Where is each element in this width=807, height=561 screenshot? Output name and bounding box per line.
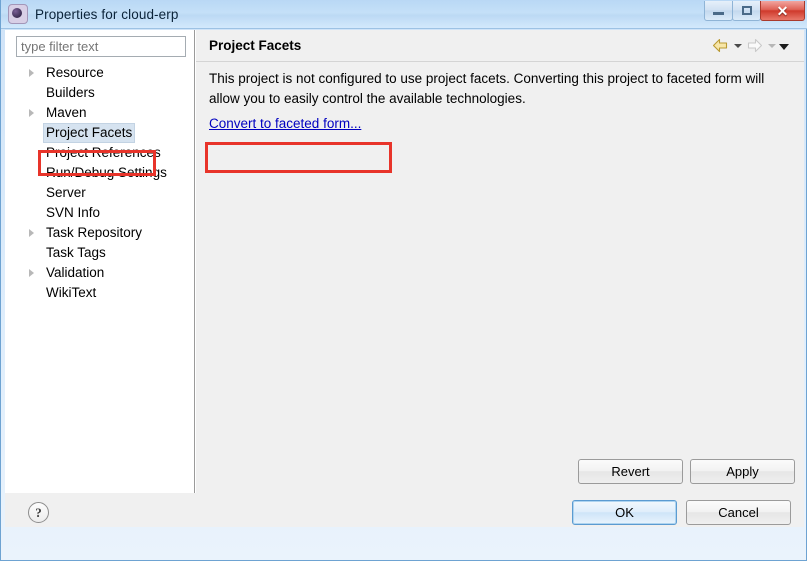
sidebar-item-maven[interactable]: Maven xyxy=(5,103,194,123)
sidebar-item-label: Builders xyxy=(46,85,95,100)
ok-button[interactable]: OK xyxy=(572,500,677,525)
expand-triangle-icon[interactable] xyxy=(29,269,34,277)
sidebar-item-label: SVN Info xyxy=(46,205,101,220)
filter-input[interactable] xyxy=(16,36,186,57)
sidebar-item-server[interactable]: Server xyxy=(5,183,194,203)
sidebar-item-label: Resource xyxy=(46,65,104,80)
sidebar-item-label: Project Facets xyxy=(43,123,136,143)
dialog-action-buttons: OK Cancel xyxy=(572,500,791,525)
window-titlebar[interactable]: Properties for cloud-erp ✕ xyxy=(1,0,807,29)
sidebar-item-label: Project References xyxy=(46,145,161,160)
sidebar-item-validation[interactable]: Validation xyxy=(5,263,194,283)
sidebar-item-run-debug-settings[interactable]: Run/Debug Settings xyxy=(5,163,194,183)
properties-dialog-window: Properties for cloud-erp ✕ Resource Build… xyxy=(0,0,807,561)
sidebar-item-label: Run/Debug Settings xyxy=(46,165,167,180)
sidebar-item-label: WikiText xyxy=(46,285,97,300)
settings-tree[interactable]: Resource Builders Maven Project Facets Proje… xyxy=(5,63,194,303)
view-menu-chevron-down-icon[interactable] xyxy=(778,37,791,54)
sidebar-item-wikitext[interactable]: WikiText xyxy=(5,283,194,303)
back-history-chevron-down-icon[interactable] xyxy=(731,37,744,54)
sidebar-item-project-facets[interactable]: Project Facets xyxy=(5,123,194,143)
forward-history-chevron-down-icon xyxy=(765,37,778,54)
back-arrow-icon[interactable] xyxy=(711,37,730,54)
convert-to-faceted-form-link[interactable]: Convert to faceted form... xyxy=(209,116,361,131)
sidebar-item-label: Task Repository xyxy=(46,225,143,240)
dialog-footer: ? OK Cancel xyxy=(5,494,804,527)
sidebar-item-label: Validation xyxy=(46,265,105,280)
revert-button[interactable]: Revert xyxy=(578,459,683,484)
sidebar-item-label: Server xyxy=(46,185,86,200)
minimize-button[interactable] xyxy=(704,1,733,21)
minimize-icon xyxy=(713,11,724,15)
maximize-button[interactable] xyxy=(732,1,761,21)
close-button[interactable]: ✕ xyxy=(760,1,805,21)
maximize-icon xyxy=(741,6,752,15)
forward-arrow-icon xyxy=(745,37,764,54)
dialog-body: Resource Builders Maven Project Facets Proje… xyxy=(5,30,804,527)
page-description: This project is not configured to use pr… xyxy=(209,71,765,106)
page-action-buttons: Revert Apply xyxy=(578,459,795,484)
settings-tree-panel: Resource Builders Maven Project Facets Proje… xyxy=(5,30,195,493)
page-header: Project Facets xyxy=(196,30,804,62)
sidebar-item-label: Maven xyxy=(46,105,87,120)
sidebar-item-resource[interactable]: Resource xyxy=(5,63,194,83)
page-navigation-toolbar xyxy=(710,37,791,54)
cancel-button[interactable]: Cancel xyxy=(686,500,791,525)
expand-triangle-icon[interactable] xyxy=(29,69,34,77)
project-facets-page: Project Facets This project is not confi… xyxy=(196,30,804,493)
sidebar-item-task-tags[interactable]: Task Tags xyxy=(5,243,194,263)
sidebar-item-task-repository[interactable]: Task Repository xyxy=(5,223,194,243)
help-icon[interactable]: ? xyxy=(28,502,49,523)
sidebar-item-label: Task Tags xyxy=(46,245,106,260)
sidebar-item-project-references[interactable]: Project References xyxy=(5,143,194,163)
page-title: Project Facets xyxy=(209,38,302,53)
close-icon: ✕ xyxy=(776,2,789,19)
expand-triangle-icon[interactable] xyxy=(29,229,34,237)
sidebar-item-builders[interactable]: Builders xyxy=(5,83,194,103)
dialog-content: Resource Builders Maven Project Facets Proje… xyxy=(5,30,804,493)
window-controls: ✕ xyxy=(704,1,805,21)
expand-triangle-icon[interactable] xyxy=(29,109,34,117)
eclipse-properties-icon xyxy=(8,4,28,24)
window-title: Properties for cloud-erp xyxy=(35,6,179,22)
apply-button[interactable]: Apply xyxy=(690,459,795,484)
sidebar-item-svn-info[interactable]: SVN Info xyxy=(5,203,194,223)
